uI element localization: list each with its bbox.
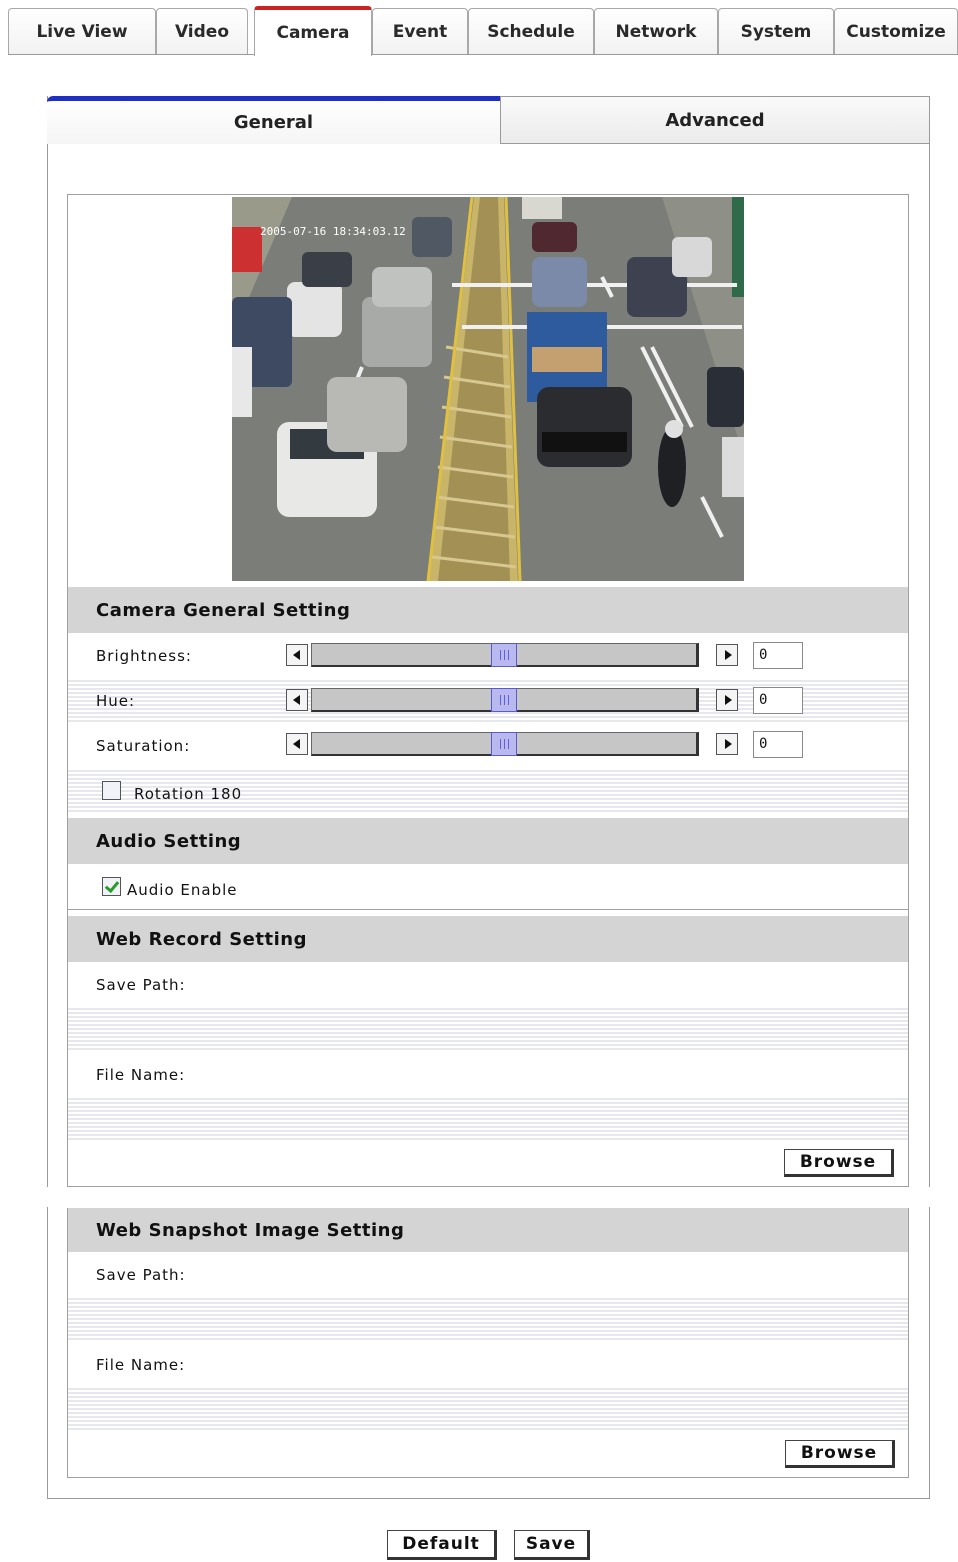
default-button[interactable]: Default: [387, 1530, 497, 1560]
tab-schedule[interactable]: Schedule: [468, 8, 594, 54]
saturation-decrease-button[interactable]: [286, 733, 308, 755]
audio-header: Audio Setting: [68, 818, 908, 864]
web-record-file-name-row: [68, 1052, 908, 1096]
saturation-slider-thumb[interactable]: [491, 732, 517, 756]
web-record-save-path-label: Save Path:: [96, 976, 186, 994]
brightness-label: Brightness:: [96, 647, 192, 665]
subtab-bar: General Advanced: [47, 96, 930, 144]
tab-customize[interactable]: Customize: [834, 8, 958, 54]
tab-network[interactable]: Network: [594, 8, 718, 54]
main-nav: Live View Video Camera Event Schedule Ne…: [8, 6, 958, 56]
web-snapshot-save-path-field[interactable]: [68, 1296, 908, 1342]
web-snapshot-save-path-row: [68, 1252, 908, 1296]
tab-event[interactable]: Event: [372, 8, 468, 54]
hue-input[interactable]: 0: [753, 687, 803, 714]
hue-slider[interactable]: [311, 688, 699, 712]
web-record-file-name-label: File Name:: [96, 1066, 186, 1084]
save-button[interactable]: Save: [514, 1530, 590, 1560]
web-record-header: Web Record Setting: [68, 916, 908, 962]
web-snapshot-file-name-label: File Name:: [96, 1356, 186, 1374]
camera-preview: 2005-07-16 18:34:03.12: [232, 197, 744, 581]
tab-video[interactable]: Video: [156, 8, 248, 54]
saturation-input[interactable]: 0: [753, 731, 803, 758]
web-record-save-path-field[interactable]: [68, 1006, 908, 1052]
web-snapshot-browse-button[interactable]: Browse: [785, 1440, 895, 1468]
subtab-advanced[interactable]: Advanced: [500, 96, 930, 144]
hue-slider-thumb[interactable]: [491, 688, 517, 712]
web-snapshot-header: Web Snapshot Image Setting: [68, 1208, 908, 1252]
brightness-increase-button[interactable]: [716, 644, 738, 666]
saturation-slider[interactable]: [311, 732, 699, 756]
traffic-image: 2005-07-16 18:34:03.12: [232, 197, 744, 581]
web-record-file-name-field[interactable]: [68, 1096, 908, 1140]
web-snapshot-save-path-label: Save Path:: [96, 1266, 186, 1284]
web-record-save-path-row: [68, 962, 908, 1006]
saturation-label: Saturation:: [96, 737, 191, 755]
tab-system[interactable]: System: [718, 8, 834, 54]
hue-label: Hue:: [96, 692, 136, 710]
web-snapshot-file-name-field[interactable]: [68, 1386, 908, 1430]
brightness-slider-thumb[interactable]: [491, 643, 517, 667]
rotation-checkbox[interactable]: [102, 781, 121, 800]
brightness-input[interactable]: 0: [753, 642, 803, 669]
audio-enable-checkbox[interactable]: [102, 877, 121, 896]
brightness-decrease-button[interactable]: [286, 644, 308, 666]
brightness-slider[interactable]: [311, 643, 699, 667]
camera-general-header: Camera General Setting: [68, 587, 908, 633]
preview-timestamp: 2005-07-16 18:34:03.12: [260, 225, 406, 238]
tab-live-view[interactable]: Live View: [8, 8, 156, 54]
rotation-label: Rotation 180: [134, 785, 243, 803]
nav-divider: [8, 54, 958, 55]
audio-enable-label: Audio Enable: [127, 881, 238, 899]
subtab-general[interactable]: General: [47, 96, 500, 144]
saturation-increase-button[interactable]: [716, 733, 738, 755]
page-gap: [0, 1187, 958, 1207]
hue-increase-button[interactable]: [716, 689, 738, 711]
web-snapshot-file-name-row: [68, 1342, 908, 1386]
tab-camera[interactable]: Camera: [254, 6, 372, 56]
hue-decrease-button[interactable]: [286, 689, 308, 711]
web-record-browse-button[interactable]: Browse: [784, 1149, 894, 1177]
